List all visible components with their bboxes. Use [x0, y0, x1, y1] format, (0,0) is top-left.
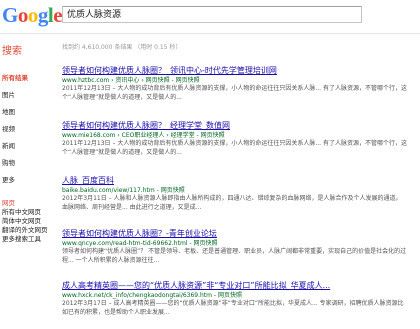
result-title[interactable]: 人脉_百度百科 [62, 176, 412, 186]
result-stats: 找到约 4,610,000 条结果 （用时 0.15 秒） [62, 44, 182, 51]
result-item: 领导者如何构建优质人脉圈？_领讯中心-时代先学管理培训网 www.hztbc.c… [62, 66, 412, 102]
vertical-title: 搜索 [2, 46, 22, 57]
search-input[interactable]: 优质人脉资源 [62, 6, 362, 23]
result-snippet: 2011年12月13日 – 大人物的成功背后有优质人脉资源的支撑，小人物的命运往… [62, 85, 407, 101]
result-item: 人脉_百度百科 baike.baidu.com/view/117.htm - 网… [62, 176, 412, 212]
result-url[interactable]: www.hztbc.com › 资讯中心 › 网页快照 - 网页快照 [62, 76, 412, 85]
result-url[interactable]: www.hxck.net/ck_info/chengkaodongtai/636… [62, 291, 412, 300]
logo-letter: e [53, 3, 63, 27]
result-title[interactable]: 成人高考精英圈——您的“优质人脉资源”非“专业对口”所能比拟_华夏成人... [62, 281, 412, 291]
result-url[interactable]: www.mie168.com › CEO职业经理人 › 经理学堂 - 网页快照 [62, 131, 412, 140]
nav-item-maps[interactable]: 地图 [2, 106, 15, 116]
result-item: 领导者如何构建优质人脉圈？-青年创业论坛 www.qncye.com/read-… [62, 229, 412, 265]
nav-item-images[interactable]: 图片 [2, 89, 15, 99]
nav-item-videos[interactable]: 视频 [2, 123, 15, 133]
nav-item-more[interactable]: 更多 [2, 174, 15, 184]
logo-letter: g [37, 3, 49, 27]
result-url[interactable]: www.qncye.com/read-htm-tid-69662.html - … [62, 239, 412, 248]
logo-letter: o [27, 3, 39, 27]
top-bar: Google 优质人脉资源 [0, 0, 420, 33]
result-snippet: 2012年3月11日 – 人脉和人脉资源人脉即指由人脉所构成的，四通八达、错综复… [62, 195, 402, 211]
result-title[interactable]: 领导者如何构建优质人脉圈？-青年创业论坛 [62, 229, 412, 239]
google-logo[interactable]: Google [2, 3, 63, 27]
result-snippet: 2012年3月17日 – 成人高考精英圈——您的“优质人脉资源”非“专业对口”所… [62, 300, 404, 316]
logo-letter: G [2, 3, 18, 27]
result-item: 成人高考精英圈——您的“优质人脉资源”非“专业对口”所能比拟_华夏成人... w… [62, 281, 412, 317]
tool-more-search[interactable]: 更多搜索工具 [2, 233, 41, 243]
nav-item-news[interactable]: 新闻 [2, 140, 15, 150]
nav-item-shopping[interactable]: 购物 [2, 157, 15, 167]
result-snippet: 领导者如何构建“优质人脉圈”？ 不管是领导、老板、还是普通管理、职业员，人脉广阔… [62, 248, 407, 264]
result-title[interactable]: 领导者如何构建优质人脉圈？_领讯中心-时代先学管理培训网 [62, 66, 412, 76]
result-snippet: 2011年12月13日 – 大人物的成功背后有优质人脉资源的支撑，小人物的命运往… [62, 140, 407, 156]
result-item: 领导者如何构建优质人脉圈？_经理学堂_数值网 www.mie168.com › … [62, 121, 412, 157]
nav-item-all[interactable]: 所有结果 [2, 72, 28, 82]
result-url[interactable]: baike.baidu.com/view/117.htm - 网页快照 [62, 186, 412, 195]
header-divider [0, 33, 420, 34]
result-title[interactable]: 领导者如何构建优质人脉圈？_经理学堂_数值网 [62, 121, 412, 131]
logo-letter: o [17, 3, 29, 27]
